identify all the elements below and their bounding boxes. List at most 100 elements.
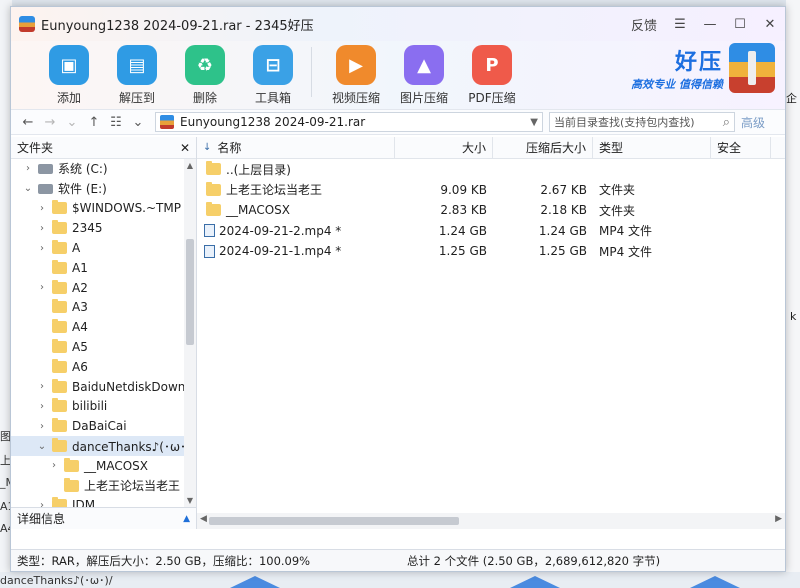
file-name-cell: ..(上层目录) xyxy=(197,161,395,178)
scroll-left-icon[interactable]: ◀ xyxy=(200,514,207,524)
add-button[interactable]: ▣ 添加 xyxy=(35,45,103,106)
file-name-cell: 2024-09-21-2.mp4 * xyxy=(197,224,395,238)
expand-icon[interactable]: › xyxy=(35,421,49,432)
tree-item[interactable]: ⌄ danceThanks♪(･ω･) xyxy=(11,436,196,456)
tree-item[interactable]: › $WINDOWS.~TMP xyxy=(11,199,196,219)
delete-button[interactable]: ♻ 删除 xyxy=(171,45,239,106)
tree-item[interactable]: A3 xyxy=(11,298,196,318)
expand-icon[interactable]: › xyxy=(35,381,49,392)
title-bar[interactable]: Eunyoung1238 2024-09-21.rar - 2345好压 反馈 … xyxy=(11,7,785,41)
history-dropdown-icon[interactable]: ⌄ xyxy=(61,115,83,130)
scroll-right-icon[interactable]: ▶ xyxy=(775,514,782,524)
column-type[interactable]: 类型 xyxy=(593,137,711,158)
folder-icon xyxy=(206,181,221,196)
tree-item[interactable]: A4 xyxy=(11,317,196,337)
tree-item[interactable]: › IDM xyxy=(11,496,196,507)
column-compressed-size[interactable]: 压缩后大小 xyxy=(493,137,593,158)
tree-item[interactable]: 上老王论坛当老王 xyxy=(11,476,196,496)
tree-item[interactable]: › 2345 xyxy=(11,218,196,238)
folder-icon xyxy=(64,457,79,472)
tree-item-label: $WINDOWS.~TMP xyxy=(72,201,181,216)
view-mode-dropdown-icon[interactable]: ⌄ xyxy=(127,115,149,130)
tree-item[interactable]: › BaiduNetdiskDownl xyxy=(11,377,196,397)
minimize-icon[interactable]: — xyxy=(703,17,717,32)
extract-to-button[interactable]: ▤ 解压到 xyxy=(103,45,171,106)
tree-item[interactable]: A1 xyxy=(11,258,196,278)
tree-item[interactable]: › A xyxy=(11,238,196,258)
view-mode-icon[interactable]: ☷ xyxy=(105,115,127,130)
feedback-button[interactable]: 反馈 xyxy=(631,15,657,34)
expand-icon[interactable]: › xyxy=(35,203,49,214)
close-icon[interactable]: ✕ xyxy=(763,17,777,32)
column-security[interactable]: 安全 xyxy=(711,137,771,158)
search-input[interactable] xyxy=(554,115,723,129)
expand-icon[interactable]: › xyxy=(35,401,49,412)
file-size: 9.09 KB xyxy=(440,182,487,197)
details-panel-title: 详细信息 xyxy=(17,512,66,526)
expand-icon[interactable]: › xyxy=(35,223,49,234)
expand-icon[interactable]: › xyxy=(35,282,49,293)
back-arrow-icon[interactable]: ← xyxy=(17,115,39,130)
background-text: k xyxy=(790,310,797,323)
image-compress-button[interactable]: ▲ 图片压缩 xyxy=(390,45,458,106)
expand-icon[interactable]: › xyxy=(35,243,49,254)
collapse-icon[interactable]: ⌄ xyxy=(35,441,49,452)
file-compressed-size: 1.25 GB xyxy=(538,244,587,259)
search-icon[interactable]: ⌕ xyxy=(723,115,730,130)
tree-item[interactable]: › __MACOSX xyxy=(11,456,196,476)
expand-icon[interactable]: › xyxy=(47,460,61,471)
expand-icon[interactable]: › xyxy=(35,500,49,507)
scroll-down-icon[interactable]: ▼ xyxy=(184,496,196,505)
tree-item[interactable]: ⌄ 软件 (E:) xyxy=(11,179,196,199)
search-field[interactable]: ⌕ xyxy=(549,112,735,132)
expand-icon[interactable]: › xyxy=(21,163,35,174)
menu-icon[interactable]: ☰ xyxy=(673,17,687,32)
file-row[interactable]: 2024-09-21-2.mp4 * 1.24 GB 1.24 GB MP4 文件 xyxy=(197,221,785,242)
tree-scroll-thumb[interactable] xyxy=(186,239,194,345)
tree-item[interactable]: A5 xyxy=(11,337,196,357)
tree-item-label: A2 xyxy=(72,280,88,295)
horizontal-scrollbar[interactable]: ◀ ▶ xyxy=(197,513,785,529)
scroll-up-icon[interactable]: ▲ xyxy=(184,161,196,170)
folder-icon xyxy=(52,438,67,453)
file-type: 文件夹 xyxy=(599,183,636,198)
column-name[interactable]: ↓ 名称 xyxy=(197,137,395,158)
file-row[interactable]: __MACOSX 2.83 KB 2.18 KB 文件夹 xyxy=(197,200,785,221)
tree-item[interactable]: › bilibili xyxy=(11,397,196,417)
tree-item[interactable]: › A2 xyxy=(11,278,196,298)
tree-item[interactable]: › 系统 (C:) xyxy=(11,159,196,179)
drive-icon xyxy=(38,183,53,194)
expand-details-icon[interactable]: ▲ xyxy=(183,514,190,524)
column-size[interactable]: 大小 xyxy=(395,137,493,158)
details-panel-header[interactable]: 详细信息 ▲ xyxy=(11,507,196,529)
path-field[interactable]: Eunyoung1238 2024-09-21.rar ▼ xyxy=(155,112,543,132)
close-pane-icon[interactable]: ✕ xyxy=(180,141,190,155)
horizontal-scroll-thumb[interactable] xyxy=(209,517,459,525)
tree-item-label: 上老王论坛当老王 xyxy=(84,479,181,494)
pdf-compress-icon: P xyxy=(472,45,512,85)
folder-icon xyxy=(52,378,67,393)
pdf-compress-button[interactable]: P PDF压缩 xyxy=(458,45,526,106)
collapse-icon[interactable]: ⌄ xyxy=(21,183,35,194)
file-compressed-size: 2.18 KB xyxy=(540,203,587,218)
content-area: 文件夹 ✕ › 系统 (C:) ⌄ 软件 (E:) › $WINDOWS.~TMP › 234… xyxy=(11,137,785,529)
video-compress-button[interactable]: ▶ 视频压缩 xyxy=(322,45,390,106)
advanced-search-link[interactable]: 高级 xyxy=(741,114,765,131)
file-list-pane: ↓ 名称 大小 压缩后大小 类型 安全 ..(上层目录) 上老王论坛当老王 9.09… xyxy=(197,137,785,529)
file-row[interactable]: 2024-09-21-1.mp4 * 1.25 GB 1.25 GB MP4 文件 xyxy=(197,241,785,262)
forward-arrow-icon[interactable]: → xyxy=(39,115,61,130)
brand-area[interactable]: 好压 高效专业 值得信赖 xyxy=(631,43,775,93)
up-level-icon[interactable]: ↑ xyxy=(83,115,105,130)
toolbox-button[interactable]: ⊟ 工具箱 xyxy=(239,45,307,106)
file-row[interactable]: ..(上层目录) xyxy=(197,159,785,180)
maximize-icon[interactable]: ☐ xyxy=(733,17,747,32)
path-dropdown-icon[interactable]: ▼ xyxy=(530,117,538,128)
background-shape xyxy=(510,576,560,588)
status-archive-info: 类型：RAR，解压后大小：2.50 GB，压缩比：100.09% xyxy=(17,553,311,568)
tree-item[interactable]: › DaBaiCai xyxy=(11,416,196,436)
folder-icon xyxy=(52,497,67,507)
file-row[interactable]: 上老王论坛当老王 9.09 KB 2.67 KB 文件夹 xyxy=(197,180,785,201)
file-type: MP4 文件 xyxy=(599,224,653,239)
tree-scrollbar[interactable]: ▲ ▼ xyxy=(184,159,196,507)
tree-item[interactable]: A6 xyxy=(11,357,196,377)
